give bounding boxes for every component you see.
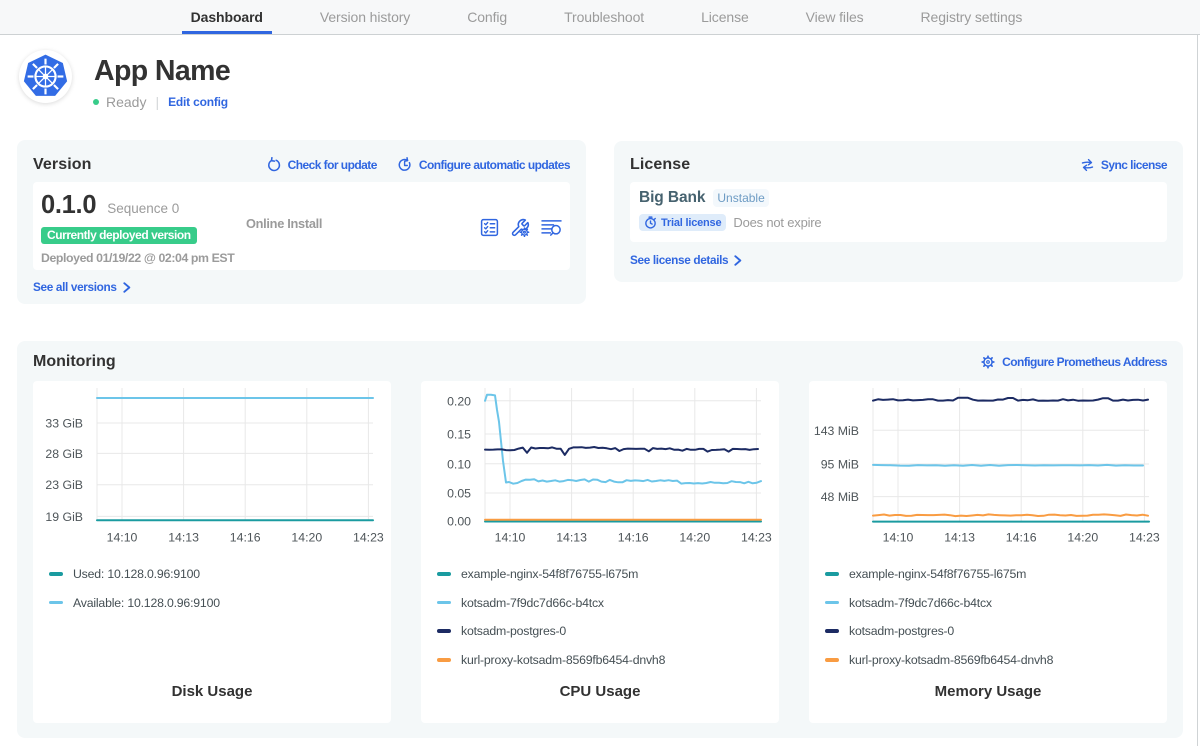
svg-text:95 MiB: 95 MiB (821, 458, 859, 472)
svg-text:14:10: 14:10 (495, 531, 526, 545)
svg-text:143 MiB: 143 MiB (814, 424, 859, 438)
svg-text:14:20: 14:20 (291, 531, 322, 545)
svg-text:28 GiB: 28 GiB (45, 447, 83, 461)
svg-text:14:13: 14:13 (168, 531, 199, 545)
svg-text:14:16: 14:16 (1006, 531, 1037, 545)
svg-text:14:10: 14:10 (107, 531, 138, 545)
svg-text:14:16: 14:16 (230, 531, 261, 545)
svg-text:14:23: 14:23 (353, 531, 384, 545)
svg-text:0.05: 0.05 (447, 487, 471, 501)
svg-text:14:23: 14:23 (1129, 531, 1160, 545)
svg-text:14:20: 14:20 (679, 531, 710, 545)
svg-text:23 GiB: 23 GiB (45, 478, 83, 492)
svg-text:48 MiB: 48 MiB (821, 490, 859, 504)
svg-text:0.00: 0.00 (447, 515, 471, 529)
svg-text:0.20: 0.20 (447, 394, 471, 408)
svg-text:19 GiB: 19 GiB (45, 510, 83, 524)
svg-text:0.15: 0.15 (447, 428, 471, 442)
svg-text:14:10: 14:10 (883, 531, 914, 545)
svg-text:0.10: 0.10 (447, 457, 471, 471)
svg-text:14:13: 14:13 (556, 531, 587, 545)
svg-text:14:20: 14:20 (1067, 531, 1098, 545)
svg-text:14:16: 14:16 (618, 531, 649, 545)
svg-text:14:13: 14:13 (944, 531, 975, 545)
svg-text:33 GiB: 33 GiB (45, 417, 83, 431)
svg-text:14:23: 14:23 (741, 531, 772, 545)
